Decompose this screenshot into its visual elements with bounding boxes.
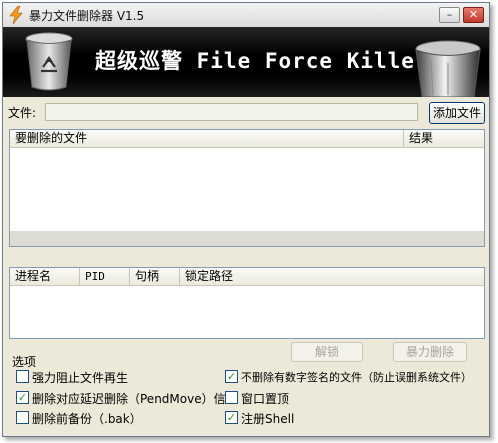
option-skip-signed-label: 不删除有数字签名的文件（防止误删系统文件） — [241, 371, 472, 384]
trash-can-icon — [415, 40, 481, 97]
column-header-locked-path[interactable]: 锁定路径 — [180, 268, 484, 285]
window-title: 暴力文件删除器 V1.5 — [29, 9, 145, 23]
checkbox-delete-pendmove[interactable]: ✓ — [16, 391, 29, 404]
close-button[interactable]: ✕ — [463, 7, 484, 23]
files-list[interactable]: 要删除的文件 结果 — [9, 129, 485, 247]
minimize-button[interactable]: – — [439, 7, 460, 23]
options-group-label: 选项 — [12, 355, 37, 369]
option-prevent-regen-label: 强力阻止文件再生 — [32, 371, 129, 385]
column-header-files[interactable]: 要删除的文件 — [10, 130, 404, 147]
banner-title: 超级巡警 File Force Killer — [95, 49, 429, 73]
force-delete-button[interactable]: 暴力删除 — [393, 342, 467, 362]
title-bar[interactable]: 暴力文件删除器 V1.5 – ✕ — [3, 3, 489, 28]
banner: 超级巡警 File Force Killer — [3, 27, 489, 97]
option-delete-pendmove-label: 删除对应延迟删除（PendMove）信息 — [32, 392, 238, 406]
column-header-result[interactable]: 结果 — [404, 130, 484, 147]
minimize-icon: – — [446, 8, 453, 21]
unlock-button[interactable]: 解锁 — [291, 342, 363, 362]
process-list-header: 进程名 PID 句柄 锁定路径 — [10, 268, 484, 286]
app-window: 暴力文件删除器 V1.5 – ✕ 超级巡警 File Force Killer — [2, 2, 490, 437]
column-header-handle[interactable]: 句柄 — [130, 268, 180, 285]
lightning-icon — [9, 6, 23, 24]
option-backup-label: 删除前备份（.bak） — [32, 412, 142, 426]
column-header-pid[interactable]: PID — [80, 268, 130, 285]
column-header-process-name[interactable]: 进程名 — [10, 268, 80, 285]
add-file-button[interactable]: 添加文件 — [429, 102, 485, 124]
recycle-bin-icon — [25, 32, 73, 91]
process-list[interactable]: 进程名 PID 句柄 锁定路径 — [9, 267, 485, 339]
option-always-on-top-label: 窗口置顶 — [241, 392, 290, 406]
files-list-header: 要删除的文件 结果 — [10, 130, 484, 148]
close-icon: ✕ — [468, 8, 479, 21]
checkbox-backup[interactable] — [16, 411, 29, 424]
checkbox-prevent-regen[interactable] — [16, 370, 29, 383]
checkbox-always-on-top[interactable] — [225, 391, 238, 404]
file-path-input[interactable] — [45, 103, 418, 121]
option-register-shell-label: 注册Shell — [241, 412, 295, 426]
file-label: 文件: — [8, 106, 37, 120]
checkbox-register-shell[interactable]: ✓ — [225, 411, 238, 424]
checkbox-skip-signed[interactable]: ✓ — [225, 370, 238, 383]
files-list-scrollbar[interactable] — [10, 231, 484, 246]
